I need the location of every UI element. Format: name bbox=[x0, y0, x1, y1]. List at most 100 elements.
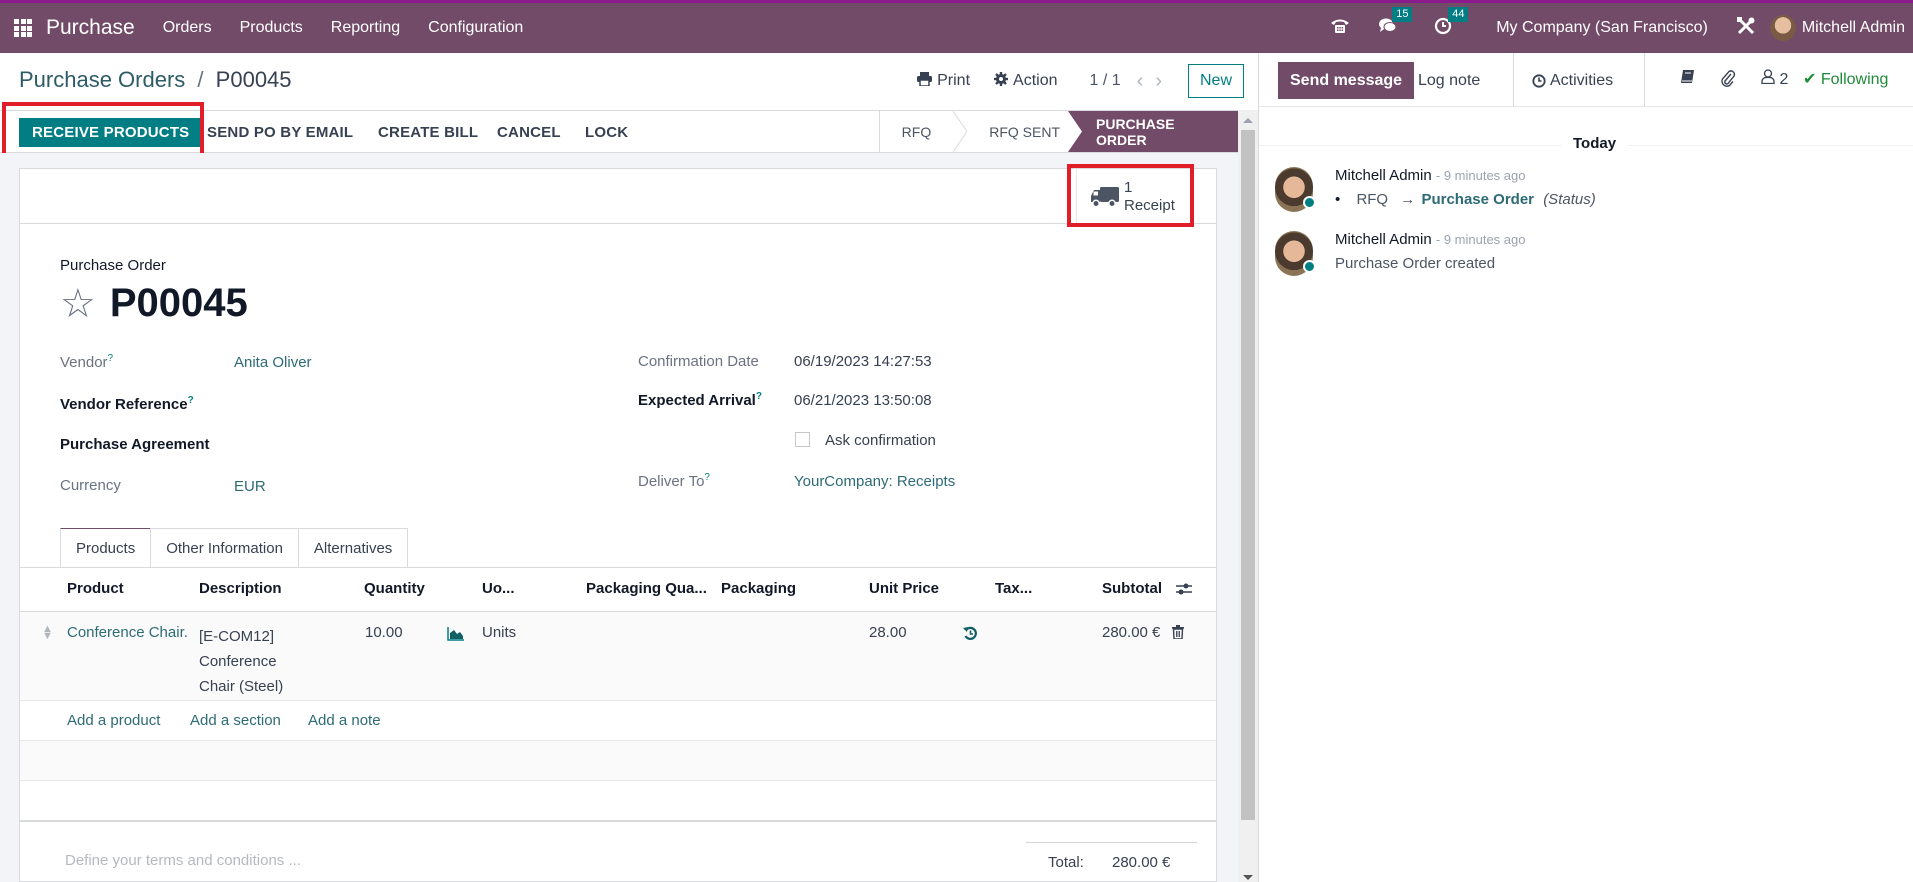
forecast-chart-icon[interactable] bbox=[447, 627, 465, 645]
add-line-row: Add a product Add a section Add a note bbox=[20, 701, 1216, 741]
scroll-thumb[interactable] bbox=[1241, 130, 1255, 820]
optional-columns-icon[interactable] bbox=[1176, 582, 1192, 600]
column-packaging[interactable]: Packaging bbox=[721, 580, 796, 597]
add-product-link[interactable]: Add a product bbox=[67, 712, 160, 729]
column-unit-price[interactable]: Unit Price bbox=[869, 580, 939, 597]
message-author-line: Mitchell Admin - 9 minutes ago bbox=[1335, 167, 1525, 184]
tools-icon[interactable] bbox=[1736, 16, 1756, 41]
receive-products-button[interactable]: RECEIVE PRODUCTS bbox=[19, 118, 203, 147]
print-button[interactable]: Print bbox=[917, 72, 970, 90]
tab-alternatives[interactable]: Alternatives bbox=[297, 528, 409, 568]
vendor-field[interactable]: Anita Oliver bbox=[234, 354, 312, 371]
action-label: Action bbox=[1013, 72, 1058, 89]
vendor-label: Vendor? bbox=[60, 353, 114, 371]
following-button[interactable]: ✔ Following bbox=[1803, 69, 1888, 89]
menu-reporting[interactable]: Reporting bbox=[331, 19, 400, 37]
tab-products[interactable]: Products bbox=[60, 528, 152, 568]
form-scrollbar[interactable] bbox=[1238, 110, 1258, 882]
deliver-to-field[interactable]: YourCompany: Receipts bbox=[794, 473, 955, 490]
receipt-smart-button[interactable]: 1 Receipt bbox=[1076, 169, 1188, 224]
user-menu[interactable]: Mitchell Admin bbox=[1769, 15, 1905, 41]
add-note-link[interactable]: Add a note bbox=[308, 712, 381, 729]
stage-rfq[interactable]: RFQ bbox=[878, 111, 954, 152]
row-unit-price[interactable]: 28.00 bbox=[869, 624, 907, 641]
column-uom[interactable]: Uo... bbox=[482, 580, 515, 597]
chat-icon[interactable]: 15 bbox=[1378, 6, 1413, 40]
breadcrumb-purchase-orders[interactable]: Purchase Orders bbox=[19, 67, 185, 92]
empty-row bbox=[20, 741, 1216, 781]
column-taxes[interactable]: Tax... bbox=[995, 580, 1032, 597]
price-history-icon[interactable] bbox=[963, 626, 978, 645]
message-author[interactable]: Mitchell Admin bbox=[1335, 167, 1432, 184]
po-number: P00045 bbox=[109, 281, 248, 325]
activities-button[interactable]: Activities bbox=[1532, 62, 1613, 99]
pager-value[interactable]: 1 / 1 bbox=[1090, 72, 1121, 90]
send-message-button[interactable]: Send message bbox=[1278, 62, 1415, 99]
control-panel: Purchase Orders / P00045 Print Action 1 … bbox=[0, 53, 1258, 110]
date-separator: Today bbox=[1561, 135, 1629, 152]
table-row[interactable]: ▲ ▼ Conference Chair. [E-COM12] Conferenc… bbox=[20, 612, 1216, 701]
paperclip-icon[interactable] bbox=[1720, 70, 1736, 92]
app-name[interactable]: Purchase bbox=[46, 16, 135, 40]
description-line: Conference bbox=[199, 653, 277, 670]
column-quantity[interactable]: Quantity bbox=[364, 580, 425, 597]
check-icon: ✔ bbox=[1803, 71, 1817, 88]
scroll-up-icon[interactable] bbox=[1243, 118, 1253, 123]
row-uom[interactable]: Units bbox=[482, 624, 516, 641]
phone-icon[interactable] bbox=[1330, 17, 1350, 40]
drag-handle-icon[interactable]: ▲ ▼ bbox=[42, 624, 53, 642]
expected-arrival-field[interactable]: 06/21/2023 13:50:08 bbox=[794, 392, 932, 409]
scroll-down-icon[interactable] bbox=[1243, 875, 1253, 880]
cancel-button[interactable]: CANCEL bbox=[497, 118, 561, 147]
followers-button[interactable]: 2 bbox=[1761, 69, 1788, 89]
bullet-icon: • bbox=[1335, 191, 1341, 208]
lock-button[interactable]: LOCK bbox=[585, 118, 628, 147]
confirmation-date-field[interactable]: 06/19/2023 14:27:53 bbox=[794, 353, 932, 370]
row-quantity[interactable]: 10.00 bbox=[365, 624, 403, 641]
tab-other-information[interactable]: Other Information bbox=[150, 528, 299, 568]
vendor-reference-field[interactable] bbox=[234, 395, 614, 415]
message-time: - 9 minutes ago bbox=[1435, 168, 1526, 183]
action-button[interactable]: Action bbox=[994, 72, 1058, 90]
row-description[interactable]: [E-COM12] Conference Chair (Steel) bbox=[199, 624, 283, 699]
ask-confirmation-checkbox[interactable] bbox=[795, 432, 810, 447]
company-switcher[interactable]: My Company (San Francisco) bbox=[1496, 19, 1708, 37]
pager-next-icon[interactable]: › bbox=[1155, 70, 1162, 93]
column-packaging-qty[interactable]: Packaging Qua... bbox=[586, 580, 707, 597]
status-bar: RECEIVE PRODUCTS SEND PO BY EMAIL CREATE… bbox=[0, 110, 1238, 153]
book-icon[interactable] bbox=[1680, 70, 1694, 90]
menu-configuration[interactable]: Configuration bbox=[428, 19, 523, 37]
stage-rfq-sent[interactable]: RFQ SENT bbox=[967, 111, 1082, 152]
clock-icon[interactable]: 44 bbox=[1434, 6, 1469, 40]
currency-field[interactable]: EUR bbox=[234, 478, 266, 495]
column-product[interactable]: Product bbox=[67, 580, 124, 597]
pager-previous-icon[interactable]: ‹ bbox=[1137, 70, 1144, 93]
log-note-button[interactable]: Log note bbox=[1406, 62, 1492, 99]
form-sheet: 1 Receipt Purchase Order ☆ P00045 Vendor… bbox=[19, 168, 1217, 882]
message-author[interactable]: Mitchell Admin bbox=[1335, 231, 1432, 248]
create-bill-button[interactable]: CREATE BILL bbox=[378, 118, 478, 147]
new-button[interactable]: New bbox=[1187, 64, 1244, 98]
receipt-label: Receipt bbox=[1124, 196, 1175, 214]
star-icon[interactable]: ☆ bbox=[60, 284, 96, 324]
send-po-by-email-button[interactable]: SEND PO BY EMAIL bbox=[207, 118, 353, 147]
breadcrumb-separator: / bbox=[197, 67, 204, 92]
terms-conditions-field[interactable]: Define your terms and conditions ... bbox=[65, 852, 301, 869]
tracking-value: • RFQ → Purchase Order (Status) bbox=[1335, 191, 1596, 208]
smart-button-box: 1 Receipt bbox=[20, 169, 1216, 224]
status-pipeline: RFQ RFQ SENT PURCHASE ORDER bbox=[878, 111, 1238, 152]
apps-menu-icon[interactable] bbox=[14, 19, 32, 37]
column-subtotal[interactable]: Subtotal bbox=[1102, 580, 1162, 597]
user-icon bbox=[1761, 69, 1775, 85]
purchase-agreement-field[interactable] bbox=[234, 436, 614, 456]
user-avatar bbox=[1769, 15, 1796, 41]
menu-orders[interactable]: Orders bbox=[163, 19, 212, 37]
stage-purchase-order[interactable]: PURCHASE ORDER bbox=[1068, 111, 1238, 152]
description-line: Chair (Steel) bbox=[199, 678, 284, 695]
add-section-link[interactable]: Add a section bbox=[190, 712, 281, 729]
trash-icon[interactable] bbox=[1172, 625, 1184, 643]
menu-products[interactable]: Products bbox=[240, 19, 303, 37]
vendor-reference-label: Vendor Reference? bbox=[60, 395, 194, 413]
row-product[interactable]: Conference Chair. bbox=[67, 624, 188, 641]
column-description[interactable]: Description bbox=[199, 580, 282, 597]
